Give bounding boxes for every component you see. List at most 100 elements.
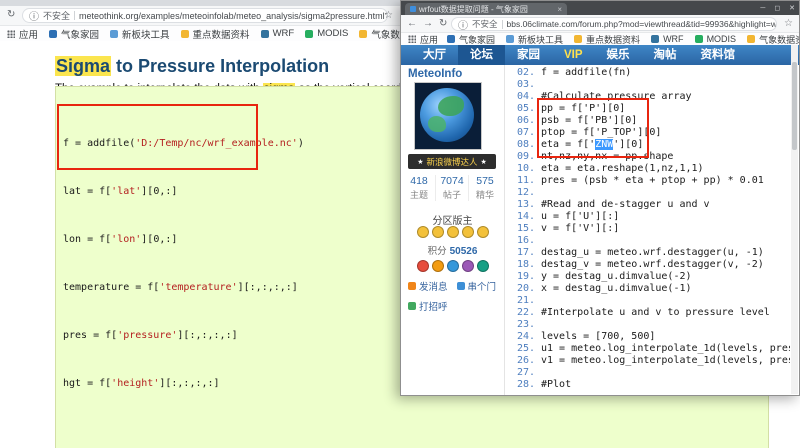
bookmark-item[interactable]: WRF: [651, 34, 684, 44]
star-icon: ★: [417, 158, 423, 166]
left-address-bar[interactable]: ⓘ 不安全 meteothink.org/examples/meteoinfol…: [22, 8, 388, 23]
bookmark-favicon: [110, 30, 118, 38]
bookmark-item[interactable]: 重点数据资料: [574, 33, 640, 46]
action-icon: [408, 282, 416, 290]
nav-item[interactable]: 资料馆: [689, 45, 748, 65]
info-icon[interactable]: ⓘ: [29, 8, 39, 23]
tab-title: wrfout数据提取问题 - 气象家园: [419, 4, 554, 15]
bookmark-item[interactable]: MODIS: [305, 28, 348, 39]
line-number: 15.: [505, 223, 535, 235]
code-text: levels = [700, 500]: [541, 331, 655, 343]
action-icon: [457, 282, 465, 290]
forum-browser-window: wrfout数据提取问题 - 气象家园 × ─ ◻ ✕ ← → ↻ ⓘ 不安全 …: [400, 0, 800, 396]
line-number: 13.: [505, 199, 535, 211]
line-number: 27.: [505, 367, 535, 379]
scrollbar-thumb[interactable]: [792, 62, 797, 150]
apps-grid-icon: [7, 30, 15, 38]
apps-shortcut[interactable]: 应用: [408, 33, 438, 46]
code-line: 14. u = f['U'][:]: [505, 211, 790, 223]
apps-label: 应用: [420, 33, 438, 46]
reload-icon[interactable]: ↻: [7, 9, 15, 20]
code-line: 13. #Read and de-stagger u and v: [505, 199, 790, 211]
stat-label: 精华: [469, 188, 501, 201]
nav-item[interactable]: 娱乐: [595, 45, 642, 65]
bookmark-star-icon[interactable]: ☆: [384, 10, 393, 21]
medal-icon: [447, 226, 459, 238]
profile-action-link[interactable]: 发消息: [408, 279, 448, 293]
back-icon: ←: [407, 18, 417, 29]
avatar[interactable]: [414, 82, 482, 150]
author-username[interactable]: MeteoInfo: [408, 68, 462, 80]
bookmark-item[interactable]: 重点数据资料: [181, 27, 250, 41]
browser-tab[interactable]: wrfout数据提取问题 - 气象家园 ×: [405, 3, 567, 15]
nav-item[interactable]: 大厅: [411, 45, 458, 65]
nav-item[interactable]: 论坛: [458, 45, 505, 65]
code-line: 28. #Plot: [505, 379, 790, 391]
code-text: #Read and de-stagger u and v: [541, 199, 710, 211]
tab-close-icon[interactable]: ×: [557, 5, 562, 14]
line-number: 17.: [505, 247, 535, 259]
line-number: 09.: [505, 151, 535, 163]
bookmark-star-icon[interactable]: ☆: [784, 18, 793, 29]
bookmark-item[interactable]: WRF: [261, 28, 295, 39]
code-text: u = f['U'][:]: [541, 211, 619, 223]
stat-item[interactable]: 575 精华: [469, 175, 501, 201]
bookmark-list: 气象家园 新板块工具 重点数据资料 WRF: [49, 27, 447, 41]
medal-row: [401, 226, 504, 238]
line-number: 19.: [505, 271, 535, 283]
bookmark-item[interactable]: 气象数据资料小组: [747, 33, 799, 46]
stat-item[interactable]: 418 主题: [403, 175, 436, 201]
profile-action-link[interactable]: 串个门: [457, 279, 497, 293]
code-text: [541, 235, 547, 247]
bookmark-item[interactable]: 新板块工具: [110, 27, 170, 41]
info-icon[interactable]: ⓘ: [458, 17, 468, 31]
red-annotation-box-right: [537, 98, 649, 158]
close-button[interactable]: ✕: [789, 4, 795, 12]
weibo-badge[interactable]: ★ 新浪微博达人 ★: [408, 154, 496, 169]
code-line: 18. destag_v = meteo.wrf.destagger(v, -2…: [505, 259, 790, 271]
url-text: meteothink.org/examples/meteoinfolab/met…: [79, 11, 388, 21]
score-label: 积分: [428, 246, 447, 257]
bookmark-favicon: [447, 35, 455, 43]
bookmark-item[interactable]: 新板块工具: [506, 33, 563, 46]
titlebar[interactable]: wrfout数据提取问题 - 气象家园 × ─ ◻ ✕: [401, 1, 799, 15]
search-highlight: Sigma: [55, 56, 111, 76]
bookmark-list: 气象家园 新板块工具 重点数据资料 WRF: [447, 33, 799, 46]
code-text: #Plot: [541, 379, 571, 391]
forum-address-bar[interactable]: ⓘ 不安全 bbs.06climate.com/forum.php?mod=vi…: [451, 17, 777, 31]
profile-action-link[interactable]: 打招呼: [408, 299, 448, 313]
bookmark-favicon: [747, 35, 755, 43]
code-line: 19. y = destag_u.dimvalue(-2): [505, 271, 790, 283]
apps-shortcut[interactable]: 应用: [7, 27, 38, 41]
security-label: 不安全: [472, 18, 498, 30]
minimize-button[interactable]: ─: [760, 5, 765, 12]
bookmark-item[interactable]: 气象家园: [447, 33, 495, 46]
line-number: 12.: [505, 187, 535, 199]
reload-icon[interactable]: ↻: [439, 18, 447, 29]
medal-icon: [447, 260, 459, 272]
code-line: 27.: [505, 367, 790, 379]
nav-item[interactable]: VIP: [552, 45, 595, 65]
screen: ↻ ⓘ 不安全 meteothink.org/examples/meteoinf…: [0, 0, 800, 448]
bookmark-item[interactable]: 气象家园: [49, 27, 99, 41]
stat-item[interactable]: 7074 帖子: [436, 175, 469, 201]
nav-item[interactable]: 淘帖: [642, 45, 689, 65]
code-text: x = destag_u.dimvalue(-1): [541, 283, 692, 295]
author-sidebar: MeteoInfo ★ 新浪微博达人 ★ 418: [401, 65, 505, 395]
action-label: 串个门: [468, 279, 497, 293]
action-label: 打招呼: [419, 299, 448, 313]
maximize-button[interactable]: ◻: [774, 4, 780, 12]
medal-row: [401, 260, 504, 272]
bookmark-label: WRF: [663, 34, 684, 44]
score-value[interactable]: 50526: [450, 246, 478, 257]
line-number: 08.: [505, 139, 535, 151]
code-line: [63, 426, 768, 438]
line-number: 14.: [505, 211, 535, 223]
scrollbar[interactable]: [791, 45, 798, 394]
forward-icon[interactable]: →: [423, 18, 433, 29]
bookmark-item[interactable]: MODIS: [695, 34, 737, 44]
apps-label: 应用: [19, 27, 38, 41]
page-title: Sigma to Pressure Interpolation: [55, 56, 329, 77]
nav-item[interactable]: 家园: [505, 45, 552, 65]
line-number: 05.: [505, 103, 535, 115]
